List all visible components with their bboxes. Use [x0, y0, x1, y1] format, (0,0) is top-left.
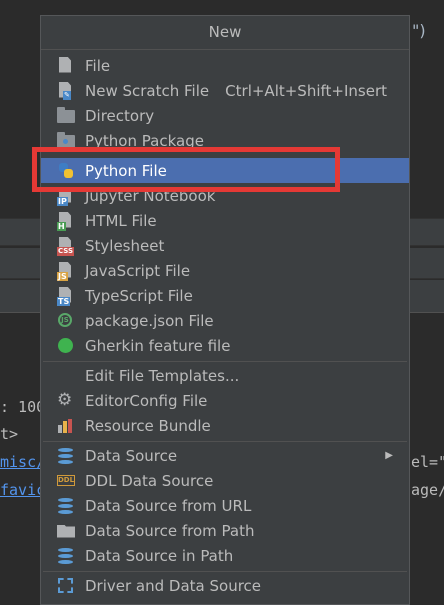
- gherkin-icon: [57, 337, 75, 355]
- menu-separator: [43, 571, 407, 572]
- console-line: el=": [411, 453, 444, 471]
- menu-separator: [43, 361, 407, 362]
- resource-bundle-icon: [57, 417, 75, 435]
- menu-item-label: DDL Data Source: [85, 471, 214, 490]
- html-file-icon: H: [57, 211, 75, 231]
- menu-item-label: EditorConfig File: [85, 391, 208, 410]
- menu-item-data-source[interactable]: Data Source ▶: [41, 443, 409, 468]
- code-fragment: "): [412, 21, 426, 40]
- menu-item-new-scratch-file[interactable]: ✎ New Scratch File Ctrl+Alt+Shift+Insert: [41, 78, 409, 103]
- menu-item-resource-bundle[interactable]: Resource Bundle: [41, 413, 409, 438]
- menu-item-gherkin-feature-file[interactable]: Gherkin feature file: [41, 333, 409, 358]
- menu-item-package-json-file[interactable]: JS package.json File: [41, 308, 409, 333]
- database-url-icon: [57, 497, 75, 515]
- console-line: age/: [411, 481, 444, 499]
- menu-item-data-source-in-path[interactable]: Data Source in Path: [41, 543, 409, 568]
- menu-item-label: package.json File: [85, 311, 214, 330]
- typescript-file-icon: TS: [57, 286, 75, 306]
- menu-item-label: Driver and Data Source: [85, 576, 262, 595]
- menu-item-file[interactable]: File: [41, 53, 409, 78]
- menu-separator: [43, 441, 407, 442]
- new-file-popup: New File ✎ New Scratch File Ctrl+Alt+Shi…: [40, 15, 410, 605]
- menu-item-label: Resource Bundle: [85, 416, 211, 435]
- menu-item-label: Stylesheet: [85, 236, 165, 255]
- menu-item-label: New Scratch File: [85, 81, 210, 100]
- folder-open-icon: [57, 522, 75, 540]
- console-line: : 100: [0, 398, 46, 416]
- menu-item-label: Edit File Templates...: [85, 366, 240, 385]
- menu-item-directory[interactable]: Directory: [41, 103, 409, 128]
- console-link[interactable]: favic: [0, 481, 45, 499]
- menu-item-label: Data Source in Path: [85, 546, 234, 565]
- menu-item-label: Data Source: [85, 446, 178, 465]
- menu-item-data-source-from-url[interactable]: Data Source from URL: [41, 493, 409, 518]
- menu-item-javascript-file[interactable]: JS JavaScript File: [41, 258, 409, 283]
- css-file-icon: CSS: [57, 236, 75, 256]
- menu-item-label: Data Source from Path: [85, 521, 255, 540]
- ddl-icon: DDL: [57, 474, 75, 486]
- menu-item-label: Gherkin feature file: [85, 336, 231, 355]
- file-icon: [57, 56, 75, 75]
- menu-item-label: HTML File: [85, 211, 157, 230]
- submenu-arrow-icon: ▶: [385, 450, 393, 461]
- menu-item-stylesheet[interactable]: CSS Stylesheet: [41, 233, 409, 258]
- menu-item-driver-and-data-source[interactable]: Driver and Data Source: [41, 573, 409, 598]
- menu-item-label: JavaScript File: [85, 261, 191, 280]
- scratch-file-icon: ✎: [57, 81, 75, 100]
- menu-item-label: Data Source from URL: [85, 496, 252, 515]
- menu-item-edit-file-templates[interactable]: Edit File Templates...: [41, 363, 409, 388]
- popup-title: New: [41, 16, 409, 50]
- menu-item-ddl-data-source[interactable]: DDL DDL Data Source: [41, 468, 409, 493]
- menu-item-label: Directory: [85, 106, 155, 125]
- menu-item-label: File: [85, 56, 111, 75]
- gear-icon: ⚙: [57, 389, 73, 410]
- menu-item-html-file[interactable]: H HTML File: [41, 208, 409, 233]
- menu-item-data-source-from-path[interactable]: Data Source from Path: [41, 518, 409, 543]
- console-line: t>: [0, 425, 19, 443]
- folder-icon: [57, 106, 75, 125]
- highlight-annotation-box: [32, 147, 340, 192]
- menu-item-editorconfig-file[interactable]: ⚙ EditorConfig File: [41, 388, 409, 413]
- nodejs-icon: JS: [57, 312, 75, 330]
- menu-item-shortcut: Ctrl+Alt+Shift+Insert: [225, 81, 387, 100]
- driver-icon: [57, 577, 75, 595]
- menu-item-typescript-file[interactable]: TS TypeScript File: [41, 283, 409, 308]
- empty-icon-slot: [57, 367, 75, 385]
- javascript-file-icon: JS: [57, 261, 75, 281]
- database-path-icon: [57, 547, 75, 565]
- console-link[interactable]: misc/: [0, 453, 45, 471]
- database-icon: [57, 447, 75, 465]
- menu-item-label: TypeScript File: [85, 286, 193, 305]
